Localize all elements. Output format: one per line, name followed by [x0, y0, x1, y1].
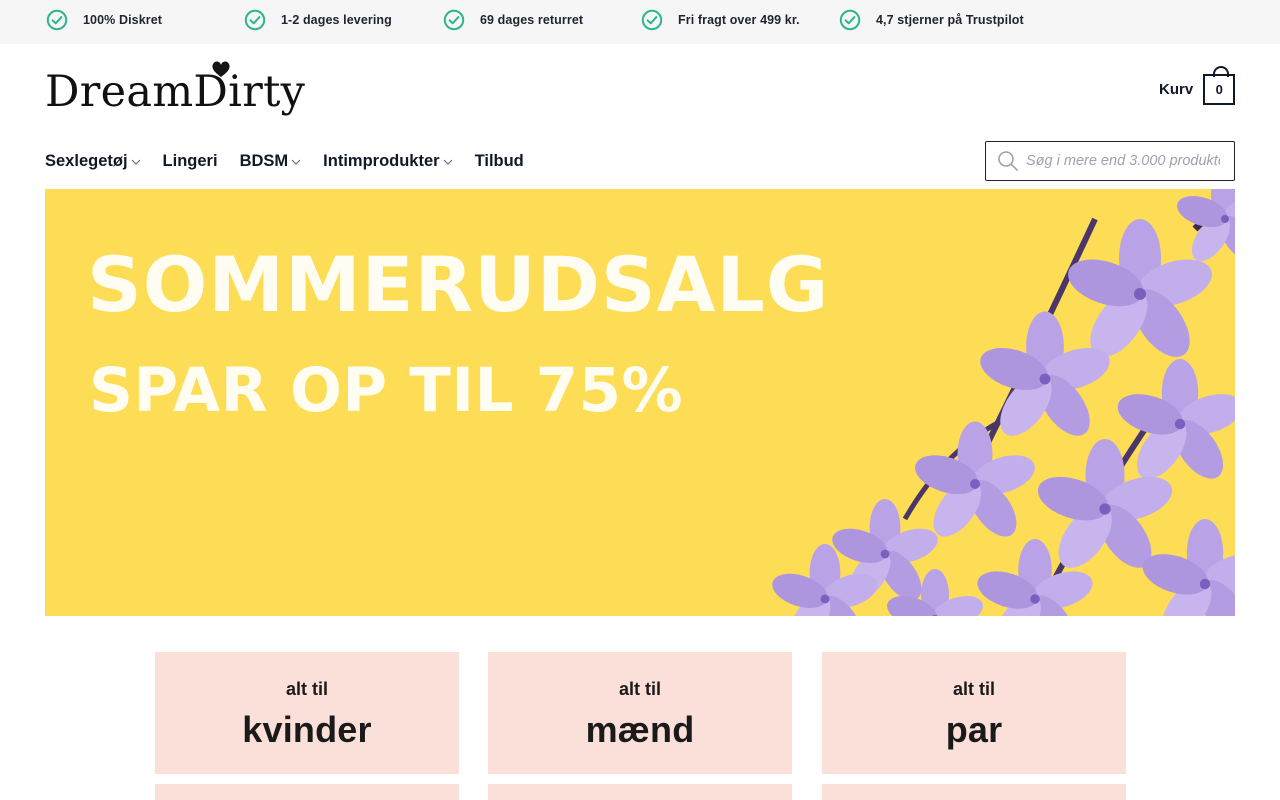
- usp-text: 4,7 stjerner på Trustpilot: [876, 13, 1024, 27]
- search-icon[interactable]: [996, 149, 1020, 173]
- check-circle-icon: [244, 9, 266, 31]
- chevron-down-icon: [131, 159, 140, 165]
- category-card-partial[interactable]: [155, 784, 459, 800]
- cart-label: Kurv: [1159, 80, 1194, 98]
- nav-label: Tilbud: [474, 151, 524, 170]
- nav-item-tilbud[interactable]: Tilbud: [475, 152, 524, 171]
- check-circle-icon: [641, 9, 663, 31]
- chevron-down-icon: [443, 159, 453, 165]
- nav-label: Intimprodukter: [323, 151, 440, 170]
- category-prefix: alt til: [618, 679, 661, 699]
- usp-item-discreet: 100% Diskret: [46, 9, 162, 31]
- main-navigation: Sexlegetøj Lingeri BDSM Intimprodukter T…: [45, 147, 546, 175]
- category-prefix: alt til: [952, 679, 995, 699]
- usp-item-trustpilot: 4,7 stjerner på Trustpilot: [839, 9, 1024, 31]
- category-card-partial[interactable]: [822, 784, 1126, 800]
- nav-item-intimprodukter[interactable]: Intimprodukter: [323, 151, 453, 171]
- category-prefix: alt til: [285, 679, 328, 699]
- usp-text: Fri fragt over 499 kr.: [678, 13, 800, 27]
- nav-label: Sexlegetøj: [45, 151, 128, 170]
- category-title: kvinder: [242, 709, 372, 750]
- hero-title: SOMMERUDSALG: [87, 240, 830, 329]
- category-card-couples[interactable]: alt til par: [822, 652, 1126, 774]
- usp-item-returns: 69 dages returret: [443, 9, 583, 31]
- search-box: [985, 141, 1235, 181]
- hero-banner[interactable]: SOMMERUDSALG SPAR OP TIL 75%: [45, 189, 1235, 616]
- check-circle-icon: [443, 9, 465, 31]
- check-circle-icon: [839, 9, 861, 31]
- usp-bar: 100% Diskret 1-2 dages levering 69 dages…: [0, 0, 1280, 44]
- nav-item-bdsm[interactable]: BDSM: [240, 152, 302, 171]
- category-title: mænd: [585, 709, 695, 750]
- usp-item-delivery: 1-2 dages levering: [244, 9, 392, 31]
- check-circle-icon: [46, 9, 68, 31]
- cart-count: 0: [1215, 81, 1223, 97]
- usp-text: 69 dages returret: [480, 13, 584, 27]
- nav-label: Lingeri: [162, 151, 218, 170]
- category-card-men[interactable]: alt til mænd: [488, 652, 792, 774]
- logo-text: DreamDirty: [45, 67, 306, 117]
- category-title: par: [945, 709, 1003, 750]
- usp-item-free-shipping: Fri fragt over 499 kr.: [641, 9, 800, 31]
- nav-item-sexlegetoj[interactable]: Sexlegetøj: [45, 152, 141, 171]
- nav-item-lingeri[interactable]: Lingeri: [163, 152, 218, 171]
- cart-bag-icon: 0: [1203, 65, 1236, 105]
- usp-text: 100% Diskret: [83, 13, 163, 27]
- chevron-down-icon: [291, 159, 301, 165]
- site-logo[interactable]: DreamDirty: [45, 60, 305, 118]
- nav-label: BDSM: [239, 151, 289, 170]
- usp-text: 1-2 dages levering: [281, 13, 392, 27]
- heart-icon: [212, 61, 230, 77]
- hero-subtitle: SPAR OP TIL 75%: [89, 355, 684, 426]
- cart-button[interactable]: Kurv 0: [1159, 65, 1236, 106]
- category-card-women[interactable]: alt til kvinder: [155, 652, 459, 774]
- category-card-partial[interactable]: [488, 784, 792, 800]
- search-input[interactable]: [1026, 153, 1220, 169]
